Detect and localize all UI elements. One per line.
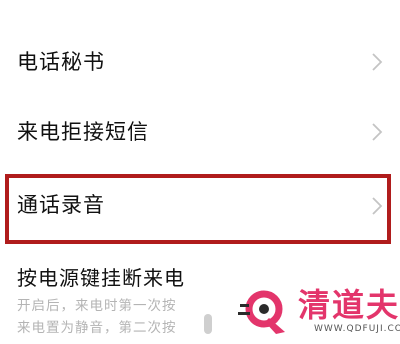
chevron-right-icon: [368, 121, 386, 143]
settings-item-label: 电话秘书: [17, 50, 105, 74]
settings-item-label: 按电源键挂断来电: [17, 266, 185, 290]
settings-item-description: 来电置为静音，第二次按: [17, 320, 177, 336]
q-logo-icon: [236, 282, 294, 340]
settings-item-label: 通话录音: [17, 193, 105, 217]
settings-item-label: 来电拒接短信: [17, 120, 149, 144]
settings-item-phone-secretary[interactable]: 电话秘书: [0, 38, 400, 88]
chevron-right-icon: [368, 195, 386, 217]
watermark-url: WWW.QDFUJI.COM: [314, 324, 400, 334]
watermark-brand: 清道夫: [298, 286, 400, 324]
chevron-right-icon: [368, 51, 386, 73]
settings-item-description: 开启后，来电时第一次按: [17, 298, 177, 314]
watermark: 清道夫 WWW.QDFUJI.COM: [214, 274, 400, 344]
settings-item-reject-sms[interactable]: 来电拒接短信: [0, 106, 400, 156]
toggle-switch[interactable]: [204, 314, 212, 334]
settings-item-call-recording[interactable]: 通话录音: [0, 178, 400, 228]
